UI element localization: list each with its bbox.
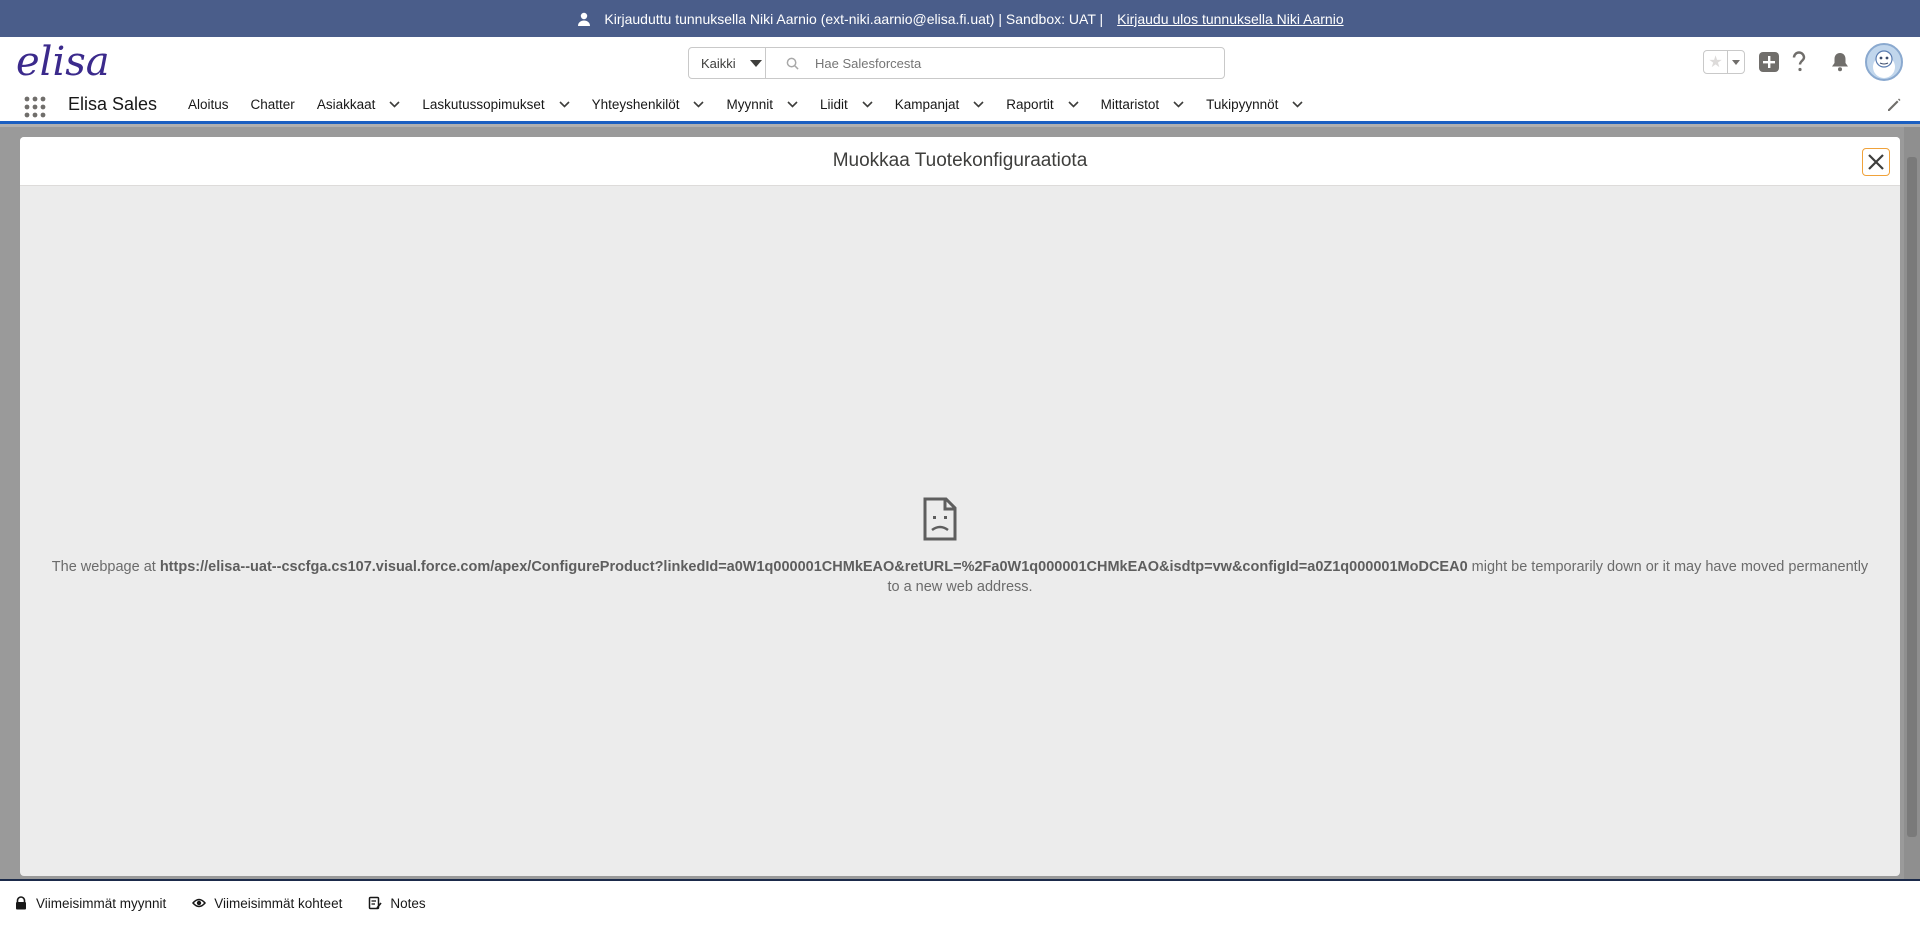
user-avatar[interactable] [1865,43,1903,81]
utility-item-label: Viimeisimmät kohteet [214,895,343,911]
utility-item-label: Notes [390,895,426,911]
modal-header: Muokkaa Tuotekonfiguraatiota [20,137,1900,186]
search-field[interactable] [766,48,1224,78]
nav-item-laskutussopimukset[interactable]: Laskutussopimukset [422,96,570,112]
nav-item-mittaristot[interactable]: Mittaristot [1101,97,1185,112]
search-icon [786,57,799,70]
search-input[interactable] [815,55,1195,71]
scrollbar-thumb[interactable] [1907,157,1917,837]
notifications-button[interactable] [1828,50,1852,74]
nav-item-label: Myynnit [726,96,773,112]
nav-item-raportit[interactable]: Raportit [1006,96,1079,112]
search-scope-select[interactable]: Kaikki [689,48,766,78]
global-header: elisa Kaikki ★ [0,37,1920,87]
nav-item-label: Liidit [819,96,848,112]
nav-item-kampanjat[interactable]: Kampanjat [895,97,985,112]
nav-item-asiakkaat[interactable]: Asiakkaat [317,97,401,112]
help-button[interactable] [1787,50,1811,74]
chevron-down-icon [749,59,762,67]
chevron-down-icon[interactable] [1173,100,1184,108]
utility-item-notes[interactable]: Notes [368,895,426,911]
global-actions-button[interactable] [1757,50,1781,74]
error-message: The webpage at https://elisa--uat--cscfg… [50,557,1870,597]
plus-icon [1759,52,1779,72]
nav-item-aloitus[interactable]: Aloitus [188,97,229,112]
banner-text: Kirjauduttu tunnuksella Niki Aarnio (ext… [604,10,1104,27]
nav-item-label: Mittaristot [1100,96,1160,112]
nav-item-tukipyynn-t[interactable]: Tukipyynnöt [1206,97,1303,112]
nav-item-liidit[interactable]: Liidit [820,97,873,112]
svg-text:elisa: elisa [16,41,110,85]
notes-icon [369,896,382,910]
global-search: Kaikki [688,47,1225,79]
logout-link[interactable]: Kirjaudu ulos tunnuksella Niki Aarnio [1117,11,1343,27]
page-scrollbar[interactable] [1904,127,1920,879]
chevron-down-icon[interactable] [1068,100,1079,108]
utility-item-viimeisimm-t-kohteet[interactable]: Viimeisimmät kohteet [192,896,342,911]
nav-items: Aloitus Chatter Asiakkaat Laskutussopimukse… [188,87,1325,121]
nav-item-chatter[interactable]: Chatter [251,97,295,112]
chevron-down-icon[interactable] [389,100,400,108]
nav-item-myynnit[interactable]: Myynnit [726,97,798,112]
close-icon [1868,154,1884,170]
nav-item-label: Chatter [250,96,295,112]
star-icon[interactable]: ★ [1704,51,1728,73]
chevron-down-icon[interactable] [973,100,984,108]
edit-configuration-modal: Muokkaa Tuotekonfiguraatiota The webpage… [20,137,1900,876]
nav-item-yhteyshenkil-t[interactable]: Yhteyshenkilöt [592,97,705,112]
avatar-icon [1873,50,1895,78]
chevron-down-icon[interactable] [1292,100,1303,108]
lock-icon [16,896,26,910]
nav-item-label: Aloitus [188,96,229,112]
search-scope-label: Kaikki [701,55,736,71]
favorites-control[interactable]: ★ [1703,50,1745,74]
modal-title: Muokkaa Tuotekonfiguraatiota [832,150,1088,171]
error-prefix: The webpage at [51,559,160,575]
favorites-dropdown[interactable] [1728,51,1744,73]
nav-item-label: Laskutussopimukset [422,96,545,112]
utility-item-viimeisimm-t-myynnit[interactable]: Viimeisimmät myynnit [14,896,166,911]
chevron-down-icon [1732,59,1740,65]
bell-icon [1832,53,1848,72]
chevron-down-icon[interactable] [862,100,873,108]
chevron-down-icon[interactable] [559,100,570,108]
nav-item-label: Kampanjat [894,96,960,112]
edit-nav-icon[interactable] [1886,97,1902,113]
nav-item-label: Asiakkaat [316,96,376,112]
eye-icon [192,898,207,908]
elisa-logo[interactable]: elisa [14,41,124,85]
close-button[interactable] [1862,148,1890,176]
nav-item-label: Tukipyynnöt [1206,96,1279,112]
error-url: https://elisa--uat--cscfga.cs107.visual.… [159,559,1468,575]
user-icon [578,12,591,26]
utility-bar: Viimeisimmät myynnit Viimeisimmät kohteet… [0,879,1920,925]
chevron-down-icon[interactable] [787,100,798,108]
nav-item-label: Yhteyshenkilöt [591,96,680,112]
navigation-bar: Elisa Sales Aloitus Chatter Asiakkaat Lasku… [0,87,1920,124]
utility-item-label: Viimeisimmät myynnit [36,895,167,911]
app-name: Elisa Sales [68,94,158,114]
chevron-down-icon[interactable] [693,100,705,108]
nav-item-label: Raportit [1006,96,1054,112]
help-icon [1792,51,1806,72]
broken-page-icon [923,497,957,541]
app-launcher-icon[interactable] [24,96,46,118]
impersonation-banner: Kirjauduttu tunnuksella Niki Aarnio (ext… [0,0,1920,37]
